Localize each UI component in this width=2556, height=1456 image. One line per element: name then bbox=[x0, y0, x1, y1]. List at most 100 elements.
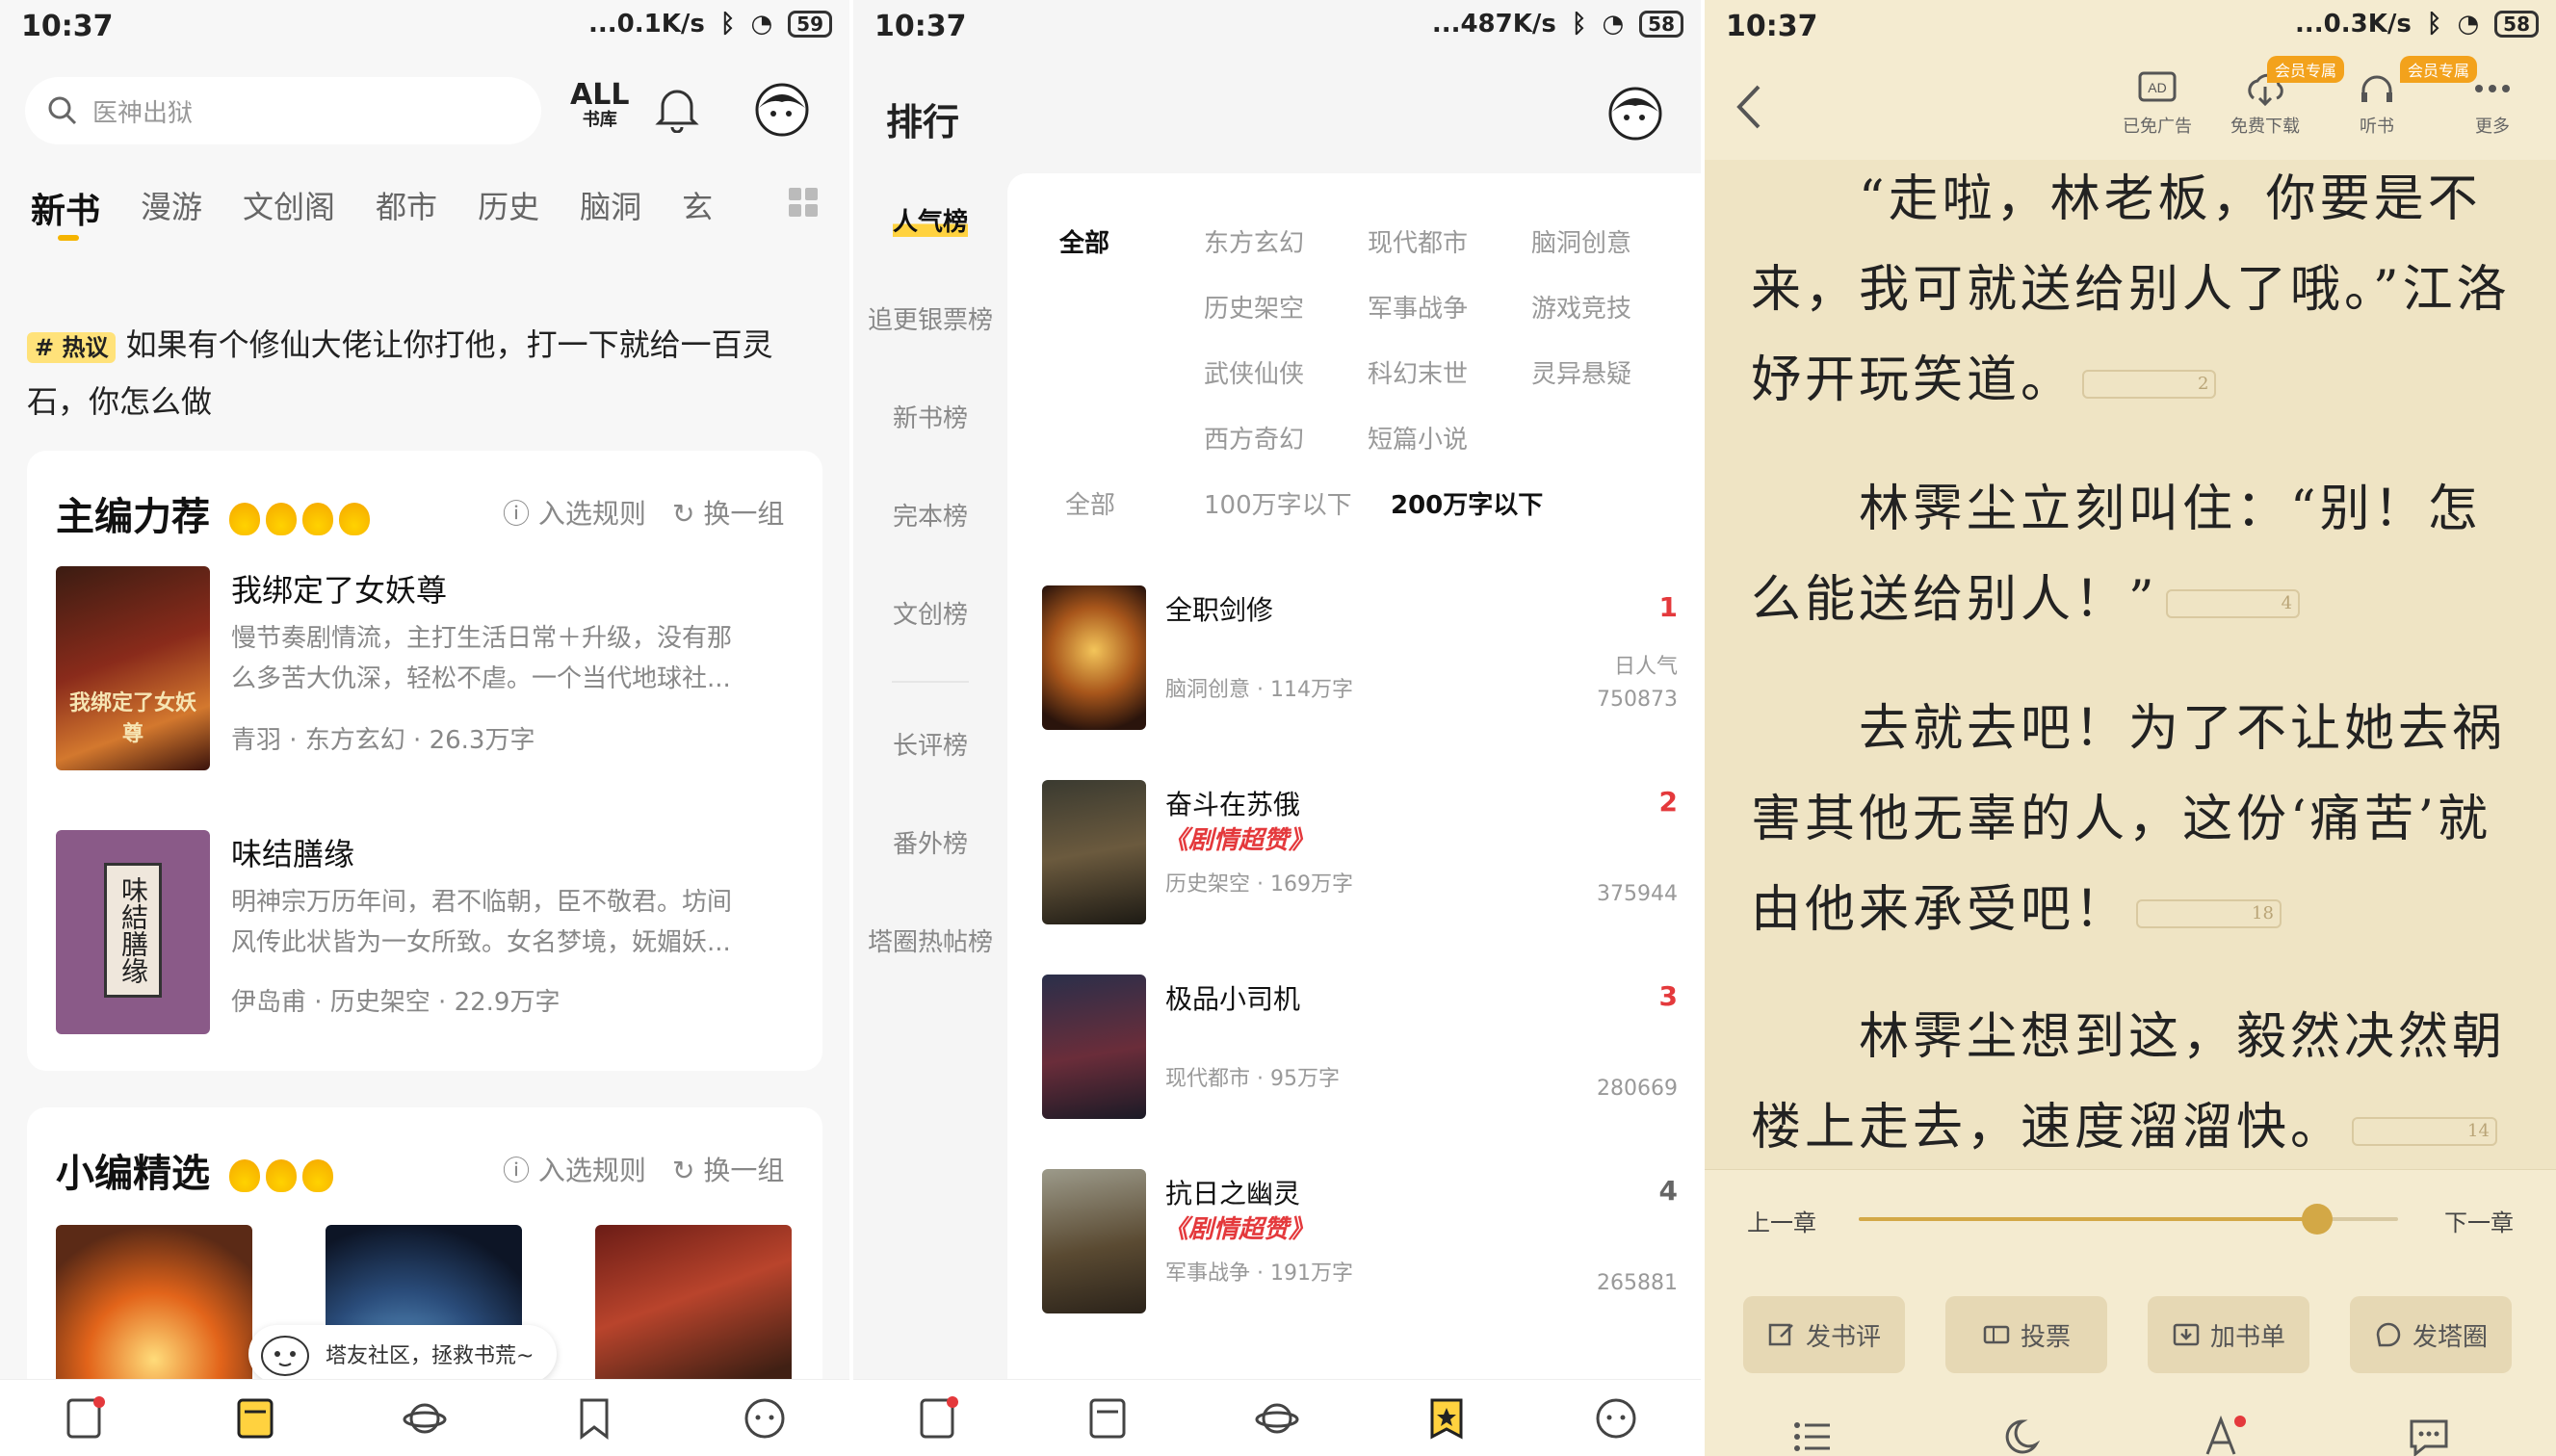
side-popular[interactable]: 人气榜 bbox=[853, 173, 1007, 272]
bell-icon[interactable] bbox=[655, 85, 699, 133]
hot-topic[interactable]: # 热议 如果有个修仙大佬让你打他，打一下就给一百灵石，你怎么做 bbox=[27, 318, 817, 429]
avatar-icon[interactable] bbox=[753, 81, 811, 139]
planet-icon[interactable] bbox=[403, 1396, 447, 1441]
ranking-icon[interactable] bbox=[1424, 1396, 1469, 1441]
tab-xuan[interactable]: 玄 bbox=[682, 183, 713, 233]
toc-icon[interactable] bbox=[1791, 1417, 1834, 1456]
side-finished[interactable]: 完本榜 bbox=[853, 468, 1007, 566]
book-cover[interactable] bbox=[1042, 975, 1146, 1119]
profile-icon[interactable] bbox=[1594, 1396, 1638, 1441]
filter-western[interactable]: 西方奇幻 bbox=[1204, 420, 1304, 455]
words-all[interactable]: 全部 bbox=[1065, 485, 1115, 521]
side-creative[interactable]: 文创榜 bbox=[853, 566, 1007, 664]
bluetooth-icon: ᛒ bbox=[1571, 10, 1587, 39]
status-time: 10:37 bbox=[21, 10, 114, 43]
filter-all[interactable]: 全部 bbox=[1059, 223, 1109, 259]
slider-handle[interactable] bbox=[2302, 1204, 2333, 1235]
rank-value: 280669 bbox=[1597, 1077, 1678, 1101]
book-cover[interactable] bbox=[1042, 1169, 1146, 1313]
tab-creative[interactable]: 文创阁 bbox=[243, 183, 335, 233]
book-cover[interactable]: 味結膳缘 bbox=[56, 830, 210, 1034]
rank-number: 1 bbox=[1658, 591, 1678, 623]
book-title[interactable]: 我绑定了女妖尊 bbox=[231, 566, 447, 611]
prev-chapter-button[interactable]: 上一章 bbox=[1747, 1204, 1816, 1237]
listen-button[interactable]: 听书 bbox=[2356, 69, 2398, 138]
comment-count[interactable]: 2 bbox=[2082, 369, 2217, 399]
side-follow[interactable]: 追更银票榜 bbox=[853, 272, 1007, 370]
search-bar[interactable]: 医神出狱 bbox=[25, 77, 541, 144]
flame-icon bbox=[228, 1159, 260, 1192]
tab-roam[interactable]: 漫游 bbox=[141, 183, 202, 233]
side-extra[interactable]: 番外榜 bbox=[853, 795, 1007, 894]
book-cover[interactable]: 我绑定了女妖尊 bbox=[56, 566, 210, 770]
filter-short[interactable]: 短篇小说 bbox=[1368, 420, 1468, 455]
swap-button[interactable]: ↻ 换一组 bbox=[672, 493, 784, 532]
bookshelf-icon[interactable] bbox=[916, 1395, 960, 1441]
vip-badge: 会员专属 bbox=[2267, 56, 2345, 83]
font-settings-icon[interactable] bbox=[2202, 1414, 2248, 1456]
filter-urban[interactable]: 现代都市 bbox=[1368, 223, 1468, 259]
tab-brain[interactable]: 脑洞 bbox=[580, 183, 641, 233]
words-under-100w[interactable]: 100万字以下 bbox=[1204, 485, 1352, 521]
next-chapter-button[interactable]: 下一章 bbox=[2444, 1204, 2514, 1237]
rule-link[interactable]: ⓘ 入选规则 bbox=[503, 1150, 646, 1188]
rule-link[interactable]: ⓘ 入选规则 bbox=[503, 493, 646, 532]
book-title[interactable]: 味结膳缘 bbox=[231, 830, 354, 874]
comment-count[interactable]: 18 bbox=[2136, 898, 2282, 928]
side-new[interactable]: 新书榜 bbox=[853, 370, 1007, 468]
rank-title[interactable]: 奋斗在苏俄 bbox=[1165, 784, 1300, 822]
filter-wuxia[interactable]: 武侠仙侠 bbox=[1204, 354, 1304, 390]
chapter-slider[interactable] bbox=[1859, 1204, 2398, 1235]
ranking-panel: 10:37 ...487K/s ᛒ ◔ 58 排行 人气榜 追更银票榜 新书榜 … bbox=[853, 0, 1701, 1456]
book-desc-line2: 风传此状皆为一女所致。女名梦境，妩媚妖... bbox=[231, 928, 731, 957]
tab-history[interactable]: 历史 bbox=[478, 183, 539, 233]
profile-icon[interactable] bbox=[743, 1396, 787, 1441]
side-posts[interactable]: 塔圈热帖榜 bbox=[853, 894, 1007, 992]
filter-scifi[interactable]: 科幻末世 bbox=[1368, 354, 1468, 390]
tab-urban[interactable]: 都市 bbox=[376, 183, 437, 233]
library-button[interactable]: ALL 书库 bbox=[570, 81, 629, 133]
back-icon[interactable] bbox=[1734, 83, 1764, 131]
ad-icon: AD bbox=[2138, 71, 2177, 102]
ad-free-button[interactable]: AD 已免广告 bbox=[2123, 69, 2192, 138]
filter-xuanhuan[interactable]: 东方玄幻 bbox=[1204, 223, 1304, 259]
avatar-icon[interactable] bbox=[1606, 85, 1664, 143]
tab-new[interactable]: 新书 bbox=[31, 183, 100, 233]
bookmark-icon[interactable] bbox=[572, 1396, 616, 1441]
bookstore-icon[interactable] bbox=[1085, 1396, 1130, 1441]
swap-button[interactable]: ↻ 换一组 bbox=[672, 1150, 784, 1188]
post-circle-button[interactable]: 发塔圈 bbox=[2350, 1296, 2512, 1373]
bookstore-icon[interactable] bbox=[233, 1396, 277, 1441]
more-icon bbox=[2475, 85, 2510, 92]
rank-title[interactable]: 全职剑修 bbox=[1165, 589, 1273, 628]
comment-count[interactable]: 4 bbox=[2165, 588, 2301, 618]
add-booklist-button[interactable]: 加书单 bbox=[2148, 1296, 2309, 1373]
mascot-icon bbox=[261, 1336, 309, 1376]
book-cover[interactable] bbox=[1042, 780, 1146, 924]
tab-indicator bbox=[58, 235, 79, 241]
rank-title[interactable]: 抗日之幽灵 bbox=[1165, 1173, 1300, 1211]
status-time: 10:37 bbox=[1726, 10, 1818, 43]
filter-military[interactable]: 军事战争 bbox=[1368, 289, 1468, 325]
svg-text:AD: AD bbox=[2148, 80, 2166, 95]
night-mode-icon[interactable] bbox=[1997, 1417, 2040, 1456]
planet-icon[interactable] bbox=[1255, 1396, 1299, 1441]
write-review-button[interactable]: 发书评 bbox=[1743, 1296, 1905, 1373]
side-review[interactable]: 长评榜 bbox=[853, 697, 1007, 795]
rank-meta: 现代都市 · 95万字 bbox=[1165, 1067, 1340, 1091]
community-bubble[interactable]: 塔友社区，拯救书荒~ bbox=[248, 1325, 558, 1383]
more-button[interactable]: 更多 bbox=[2471, 69, 2514, 138]
filter-brain[interactable]: 脑洞创意 bbox=[1531, 223, 1631, 259]
filter-game[interactable]: 游戏竞技 bbox=[1531, 289, 1631, 325]
grid-menu-icon[interactable] bbox=[788, 187, 819, 218]
vote-button[interactable]: 投票 bbox=[1945, 1296, 2107, 1373]
filter-mystery[interactable]: 灵异悬疑 bbox=[1531, 354, 1631, 390]
book-cover[interactable] bbox=[1042, 585, 1146, 730]
comment-count[interactable]: 14 bbox=[2352, 1116, 2497, 1146]
bookshelf-icon[interactable] bbox=[63, 1395, 107, 1441]
comment-icon[interactable] bbox=[2408, 1417, 2450, 1456]
filter-history[interactable]: 历史架空 bbox=[1204, 289, 1304, 325]
bluetooth-icon: ᛒ bbox=[719, 10, 736, 39]
rank-title[interactable]: 极品小司机 bbox=[1165, 978, 1300, 1017]
words-under-200w[interactable]: 200万字以下 bbox=[1391, 485, 1543, 521]
